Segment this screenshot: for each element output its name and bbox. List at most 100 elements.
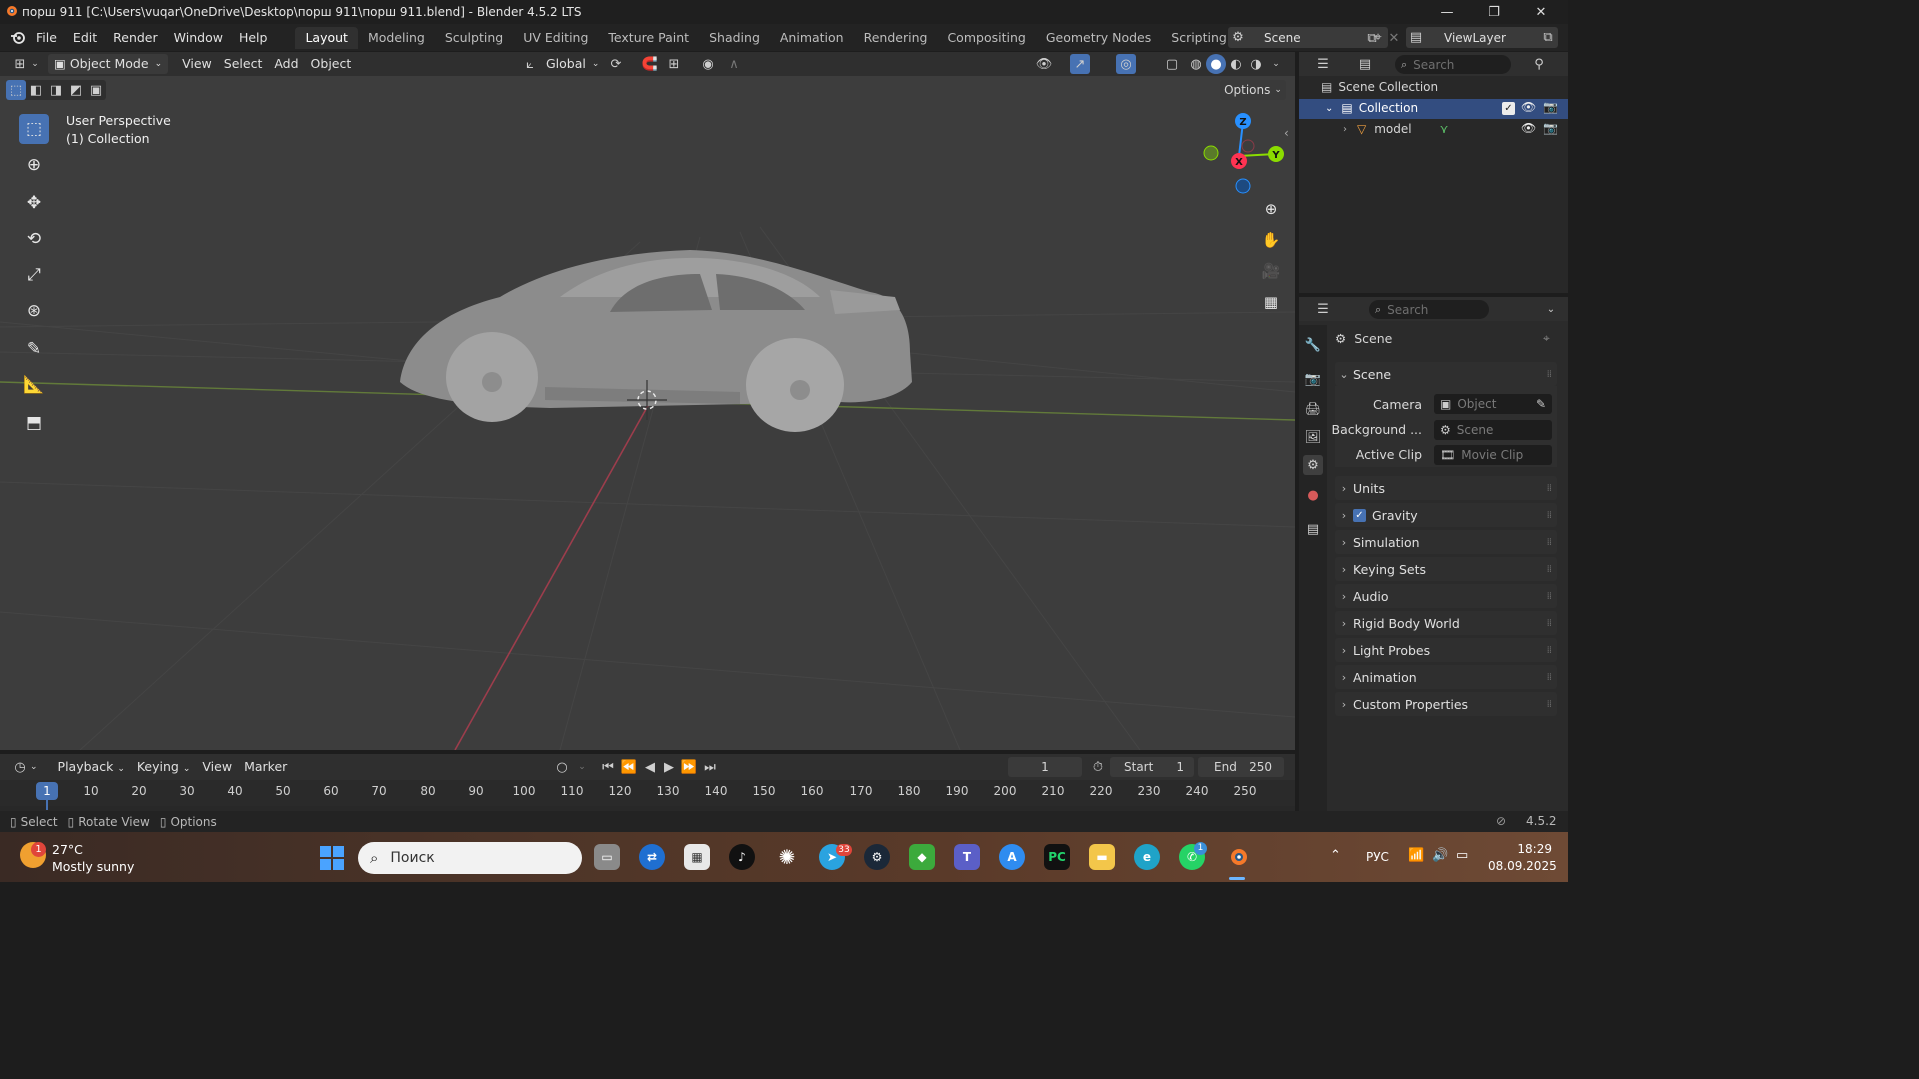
menu-marker[interactable]: Marker (238, 757, 293, 777)
collection-exclude-checkbox[interactable]: ✓ (1502, 102, 1515, 115)
filter-icon[interactable]: ⚲ (1529, 54, 1549, 74)
chatgpt-icon[interactable]: ✺ (774, 844, 800, 870)
mode-selector[interactable]: ▣ Object Mode ⌄ (48, 54, 169, 74)
menu-timeline-view[interactable]: View (196, 757, 238, 777)
drag-handle-icon[interactable]: ⁞⁞ (1547, 564, 1552, 575)
solid-shading-icon[interactable]: ● (1206, 54, 1226, 74)
tab-modeling[interactable]: Modeling (358, 27, 435, 49)
panel-rigid-body-world[interactable]: › Rigid Body World ⁞⁞ (1335, 611, 1557, 635)
rendered-shading-icon[interactable]: ◑ (1246, 54, 1266, 74)
tool-rotate[interactable]: ⟲ (19, 224, 49, 254)
eye-icon[interactable]: 👁 (1521, 100, 1536, 114)
tool-tab-icon[interactable]: 🔧 (1303, 335, 1323, 355)
menu-help[interactable]: Help (231, 24, 276, 51)
record-icon[interactable]: ○ (552, 757, 572, 777)
panel-scene[interactable]: ⌄ Scene ⁞⁞ (1335, 362, 1557, 386)
drag-handle-icon[interactable]: ⁞⁞ (1547, 645, 1552, 656)
xray-icon[interactable]: ▢ (1162, 54, 1182, 74)
chevron-down-icon[interactable]: ⌄ (572, 757, 592, 777)
jump-start-icon[interactable]: ⏮ (598, 757, 618, 777)
tray-overflow-icon[interactable]: ⌃ (1330, 848, 1341, 863)
select-extend-icon[interactable]: ◧ (26, 80, 46, 100)
close-button[interactable]: ✕ (1518, 0, 1564, 24)
teams-icon[interactable]: T (954, 844, 980, 870)
current-frame-field[interactable]: 1 (1008, 757, 1082, 777)
tab-texture-paint[interactable]: Texture Paint (598, 27, 699, 49)
properties-editor-icon[interactable]: ☰ (1313, 299, 1333, 319)
render-camera-icon[interactable]: 📷 (1543, 121, 1558, 135)
drag-handle-icon[interactable]: ⁞⁞ (1547, 483, 1552, 494)
tab-compositing[interactable]: Compositing (937, 27, 1035, 49)
panel-custom-properties[interactable]: › Custom Properties ⁞⁞ (1335, 692, 1557, 716)
chevron-right-icon[interactable]: › (1343, 124, 1347, 135)
tab-shading[interactable]: Shading (699, 27, 770, 49)
3d-viewport[interactable]: ⊞ ⌄ ▣ Object Mode ⌄ View Select Add Obje… (0, 52, 1295, 750)
stopwatch-icon[interactable]: ⏱ (1088, 757, 1108, 777)
teamviewer-icon[interactable]: ⇄ (639, 844, 665, 870)
ms-store-icon[interactable]: ▦ (684, 844, 710, 870)
tab-geometry-nodes[interactable]: Geometry Nodes (1036, 27, 1161, 49)
end-frame-field[interactable]: End 250 (1198, 757, 1284, 777)
drag-handle-icon[interactable]: ⁞⁞ (1547, 591, 1552, 602)
panel-audio[interactable]: › Audio ⁞⁞ (1335, 584, 1557, 608)
render-camera-icon[interactable]: 📷 (1543, 100, 1558, 114)
active-clip-field[interactable]: 🎞 Movie Clip (1434, 445, 1552, 465)
eye-icon[interactable]: 👁 (1521, 121, 1536, 135)
select-subtract-icon[interactable]: ◨ (46, 80, 66, 100)
drag-handle-icon[interactable]: ⁞⁞ (1547, 369, 1552, 380)
menu-object[interactable]: Object (305, 54, 358, 74)
render-tab-icon[interactable]: 📷 (1303, 369, 1323, 389)
outliner-editor-icon[interactable]: ☰ (1313, 54, 1333, 74)
select-new-icon[interactable]: ⬚ (6, 80, 26, 100)
timeline-editor-icon[interactable]: ◷ (10, 757, 30, 777)
drag-handle-icon[interactable]: ⁞⁞ (1547, 510, 1552, 521)
panel-keying-sets[interactable]: › Keying Sets ⁞⁞ (1335, 557, 1557, 581)
menu-view[interactable]: View (176, 54, 218, 74)
panel-gravity[interactable]: › ✓ Gravity ⁞⁞ (1335, 503, 1557, 527)
drag-handle-icon[interactable]: ⁞⁞ (1547, 618, 1552, 629)
world-tab-icon[interactable]: ● (1303, 485, 1323, 505)
drag-handle-icon[interactable]: ⁞⁞ (1547, 699, 1552, 710)
pycharm-icon[interactable]: PC (1044, 844, 1070, 870)
perspective-toggle-button[interactable]: ▦ (1258, 289, 1284, 315)
edge-icon[interactable]: e (1134, 844, 1160, 870)
app-store-icon[interactable]: A (999, 844, 1025, 870)
panel-units[interactable]: › Units ⁞⁞ (1335, 476, 1557, 500)
camera-field[interactable]: ▣ Object ✎ (1434, 394, 1552, 414)
prev-keyframe-icon[interactable]: ⏪ (619, 757, 639, 777)
editor-type-icon[interactable]: ⊞ (10, 54, 30, 74)
outliner-row-scene-collection[interactable]: ▤ Scene Collection (1321, 80, 1438, 94)
gizmo-toggle-icon[interactable]: ↗ (1070, 54, 1090, 74)
panel-light-probes[interactable]: › Light Probes ⁞⁞ (1335, 638, 1557, 662)
jump-end-icon[interactable]: ⏭ (700, 757, 720, 777)
weather-widget[interactable]: 27°C Mostly sunny (52, 841, 134, 875)
pin-icon[interactable]: ⌖ (1543, 331, 1550, 346)
next-keyframe-icon[interactable]: ⏩ (679, 757, 699, 777)
menu-keying[interactable]: Keying ⌄ (131, 757, 197, 777)
outliner-row-model[interactable]: › ▽ model ⋎ (1343, 122, 1448, 136)
menu-edit[interactable]: Edit (65, 24, 105, 51)
maximize-button[interactable]: ❐ (1471, 0, 1517, 24)
tab-uv-editing[interactable]: UV Editing (513, 27, 598, 49)
menu-add[interactable]: Add (268, 54, 304, 74)
task-view-icon[interactable]: ▭ (594, 844, 620, 870)
bluestacks-icon[interactable]: ◆ (909, 844, 935, 870)
menu-render[interactable]: Render (105, 24, 166, 51)
menu-select[interactable]: Select (218, 54, 269, 74)
shading-options-icon[interactable]: ⌄ (1266, 54, 1286, 74)
tab-animation[interactable]: Animation (770, 27, 854, 49)
snap-icon[interactable]: 🧲 (640, 54, 660, 74)
blender-menu-icon[interactable] (8, 28, 28, 48)
snap-target-icon[interactable]: ⊞ (664, 54, 684, 74)
menu-window[interactable]: Window (166, 24, 231, 51)
select-invert-icon[interactable]: ◩ (66, 80, 86, 100)
falloff-icon[interactable]: ∧ (724, 54, 744, 74)
eyedropper-icon[interactable]: ✎ (1536, 397, 1546, 411)
collection-tab-icon[interactable]: ▤ (1303, 519, 1323, 539)
tool-scale[interactable]: ⤢ (19, 260, 49, 290)
panel-animation[interactable]: › Animation ⁞⁞ (1335, 665, 1557, 689)
tool-cursor[interactable]: ⊕ (19, 150, 49, 180)
overlays-toggle-icon[interactable]: ◎ (1116, 54, 1136, 74)
panel-simulation[interactable]: › Simulation ⁞⁞ (1335, 530, 1557, 554)
wireframe-shading-icon[interactable]: ◍ (1186, 54, 1206, 74)
